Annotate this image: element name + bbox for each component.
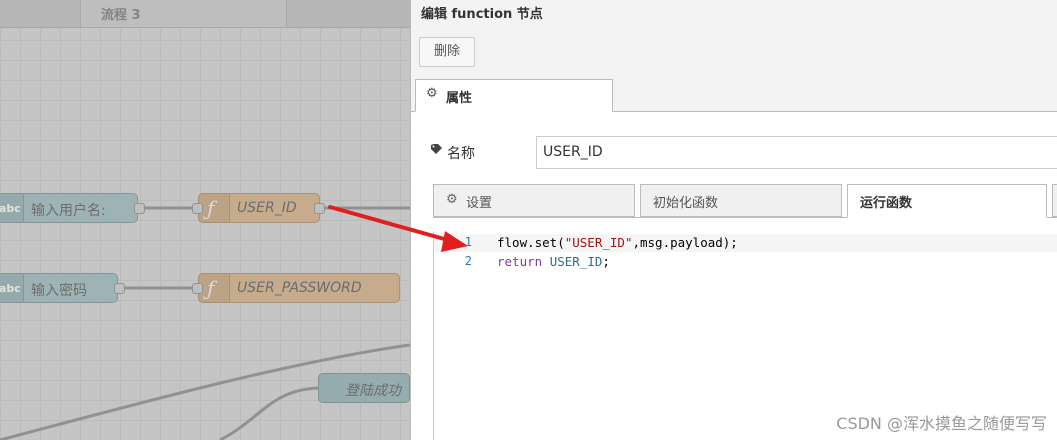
line-number: 1	[464, 235, 472, 249]
code-text-line-2: return USER_ID;	[497, 254, 610, 269]
watermark: CSDN @浑水摸鱼之随便写写	[836, 414, 1047, 433]
code-editor[interactable]: 1 flow.set("USER_ID",msg.payload); 2 ret…	[433, 232, 1057, 440]
tray-title: 编辑 function 节点	[421, 7, 543, 22]
canvas-dim-overlay	[0, 0, 410, 440]
tab-properties-label: 属性	[446, 91, 473, 106]
subtab-more[interactable]	[1052, 184, 1057, 217]
name-label: 名称	[447, 146, 475, 162]
function-subtabs: ⚙ 设置 初始化函数 运行函数	[433, 184, 1057, 218]
subtab-setup[interactable]: ⚙ 设置	[433, 184, 635, 217]
gear-icon: ⚙	[426, 86, 438, 101]
subtab-label: 设置	[466, 196, 493, 211]
flow-canvas[interactable]: 流程 3 abc 输入用户名: ƒ USER_ID abc 输入密码 ƒ USE…	[0, 0, 411, 440]
tray-header: 编辑 function 节点	[411, 0, 1057, 30]
line-number: 2	[464, 254, 472, 268]
gear-icon: ⚙	[446, 192, 458, 207]
code-line[interactable]: 1 flow.set("USER_ID",msg.payload);	[434, 234, 1057, 252]
delete-button[interactable]: 删除	[419, 37, 475, 67]
subtab-label: 运行函数	[860, 196, 913, 211]
tag-icon	[431, 144, 442, 154]
name-input[interactable]: USER_ID	[536, 136, 1057, 169]
subtab-init[interactable]: 初始化函数	[640, 184, 842, 217]
properties-tabs-bar: ⚙ 属性	[411, 77, 1057, 112]
code-text-line-1: flow.set("USER_ID",msg.payload);	[497, 235, 738, 250]
node-edit-tray: 编辑 function 节点 删除 ⚙ 属性 名称 USER_ID ⚙ 设置 初…	[410, 0, 1057, 440]
tab-properties[interactable]: ⚙ 属性	[415, 79, 613, 112]
subtab-run[interactable]: 运行函数	[847, 184, 1047, 218]
subtab-label: 初始化函数	[653, 196, 719, 211]
tray-toolbar: 删除	[411, 29, 1057, 78]
tray-body: ⚙ 属性 名称 USER_ID ⚙ 设置 初始化函数 运行函数 1 flow.s…	[411, 77, 1057, 440]
code-line[interactable]: 2 return USER_ID;	[434, 253, 1057, 271]
